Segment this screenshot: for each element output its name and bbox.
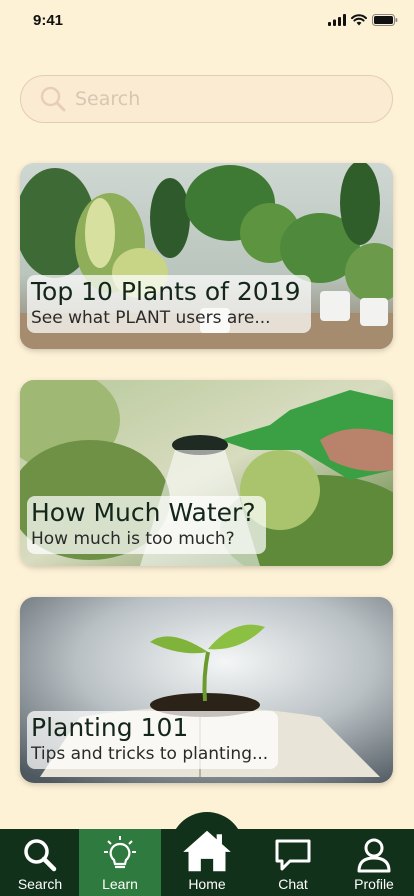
status-bar: 9:41 — [0, 0, 414, 44]
nav-label-chat: Chat — [278, 876, 308, 892]
nav-tab-search[interactable]: Search — [0, 829, 80, 896]
status-icons — [328, 14, 398, 26]
nav-tab-home[interactable]: Home — [167, 829, 247, 896]
article-card-top-plants[interactable]: Top 10 Plants of 2019 See what PLANT use… — [20, 163, 393, 349]
bottom-nav: Search Learn Home Chat Profile — [0, 829, 414, 896]
article-card-water[interactable]: How Much Water? How much is too much? — [20, 380, 393, 566]
nav-tab-profile[interactable]: Profile — [334, 829, 414, 896]
nav-label-home: Home — [188, 876, 226, 892]
chat-icon — [275, 839, 311, 871]
status-time: 9:41 — [33, 12, 64, 29]
card-subtitle: See what PLANT users are... — [31, 308, 271, 328]
home-icon — [183, 830, 231, 872]
card-caption: Planting 101 Tips and tricks to planting… — [27, 711, 279, 769]
card-title: Top 10 Plants of 2019 — [31, 277, 301, 306]
nav-tab-chat[interactable]: Chat — [253, 829, 333, 896]
profile-icon — [357, 838, 391, 873]
card-caption: Top 10 Plants of 2019 See what PLANT use… — [27, 275, 311, 333]
search-bar[interactable] — [20, 75, 393, 123]
search-icon — [24, 839, 57, 872]
card-subtitle: How much is too much? — [31, 529, 235, 549]
card-caption: How Much Water? How much is too much? — [27, 496, 266, 554]
nav-label-learn: Learn — [102, 876, 138, 892]
search-input[interactable] — [75, 88, 355, 110]
card-subtitle: Tips and tricks to planting... — [31, 744, 269, 764]
nav-label-search: Search — [17, 876, 63, 892]
nav-label-profile: Profile — [354, 876, 394, 892]
battery-icon — [372, 14, 398, 26]
article-card-planting[interactable]: Planting 101 Tips and tricks to planting… — [20, 597, 393, 783]
card-title: Planting 101 — [31, 713, 189, 742]
wifi-icon — [351, 14, 367, 26]
nav-tab-learn[interactable]: Learn — [79, 829, 161, 896]
lightbulb-icon — [104, 836, 136, 869]
search-icon — [40, 86, 66, 112]
cellular-signal-icon — [328, 14, 346, 26]
card-title: How Much Water? — [31, 498, 256, 527]
